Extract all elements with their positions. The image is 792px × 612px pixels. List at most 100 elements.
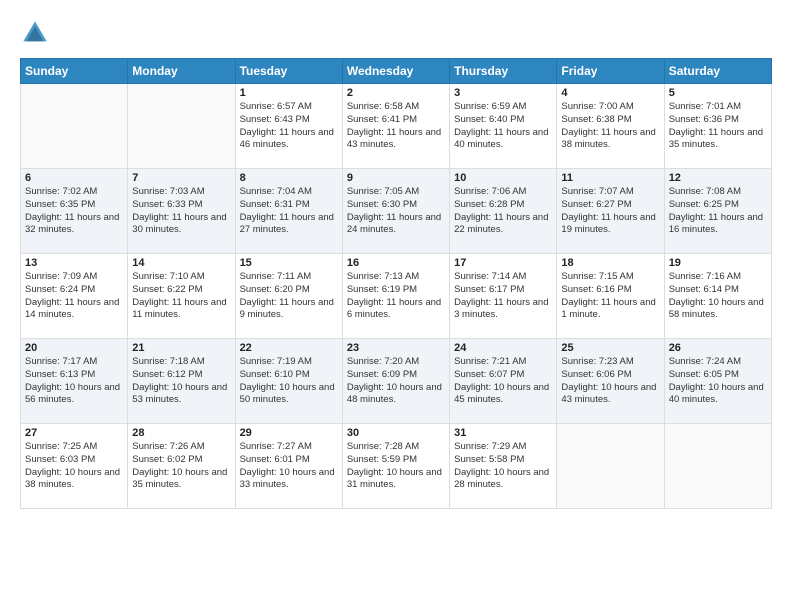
calendar-cell: 23 Sunrise: 7:20 AM Sunset: 6:09 PM Dayl… — [342, 339, 449, 424]
day-number: 21 — [132, 342, 230, 354]
sunrise: Sunrise: 7:21 AM — [454, 356, 552, 369]
sunrise: Sunrise: 7:07 AM — [561, 186, 659, 199]
day-number: 23 — [347, 342, 445, 354]
calendar-cell: 31 Sunrise: 7:29 AM Sunset: 5:58 PM Dayl… — [450, 424, 557, 509]
day-number: 2 — [347, 87, 445, 99]
day-number: 9 — [347, 172, 445, 184]
calendar-row: 27 Sunrise: 7:25 AM Sunset: 6:03 PM Dayl… — [21, 424, 772, 509]
day-number: 29 — [240, 427, 338, 439]
sunset: Sunset: 6:06 PM — [561, 369, 659, 382]
daylight: Daylight: 11 hours and 43 minutes. — [347, 127, 445, 153]
calendar-cell: 18 Sunrise: 7:15 AM Sunset: 6:16 PM Dayl… — [557, 254, 664, 339]
calendar-cell — [664, 424, 771, 509]
weekday-header-sunday: Sunday — [21, 59, 128, 84]
calendar-cell — [128, 84, 235, 169]
sunset: Sunset: 6:36 PM — [669, 114, 767, 127]
daylight: Daylight: 11 hours and 38 minutes. — [561, 127, 659, 153]
calendar-cell: 28 Sunrise: 7:26 AM Sunset: 6:02 PM Dayl… — [128, 424, 235, 509]
sunrise: Sunrise: 7:26 AM — [132, 441, 230, 454]
sunrise: Sunrise: 7:29 AM — [454, 441, 552, 454]
calendar-cell: 20 Sunrise: 7:17 AM Sunset: 6:13 PM Dayl… — [21, 339, 128, 424]
daylight: Daylight: 11 hours and 6 minutes. — [347, 297, 445, 323]
sunset: Sunset: 6:10 PM — [240, 369, 338, 382]
daylight: Daylight: 11 hours and 32 minutes. — [25, 212, 123, 238]
sunset: Sunset: 6:38 PM — [561, 114, 659, 127]
day-number: 18 — [561, 257, 659, 269]
weekday-header-wednesday: Wednesday — [342, 59, 449, 84]
sunset: Sunset: 6:43 PM — [240, 114, 338, 127]
sunset: Sunset: 6:33 PM — [132, 199, 230, 212]
calendar-row: 6 Sunrise: 7:02 AM Sunset: 6:35 PM Dayli… — [21, 169, 772, 254]
calendar-cell: 30 Sunrise: 7:28 AM Sunset: 5:59 PM Dayl… — [342, 424, 449, 509]
sunrise: Sunrise: 7:00 AM — [561, 101, 659, 114]
daylight: Daylight: 11 hours and 19 minutes. — [561, 212, 659, 238]
daylight: Daylight: 10 hours and 45 minutes. — [454, 382, 552, 408]
day-number: 6 — [25, 172, 123, 184]
calendar-cell: 27 Sunrise: 7:25 AM Sunset: 6:03 PM Dayl… — [21, 424, 128, 509]
calendar-row: 1 Sunrise: 6:57 AM Sunset: 6:43 PM Dayli… — [21, 84, 772, 169]
sunset: Sunset: 6:27 PM — [561, 199, 659, 212]
sunrise: Sunrise: 7:23 AM — [561, 356, 659, 369]
sunrise: Sunrise: 7:27 AM — [240, 441, 338, 454]
sunrise: Sunrise: 7:18 AM — [132, 356, 230, 369]
page: SundayMondayTuesdayWednesdayThursdayFrid… — [0, 0, 792, 612]
calendar-cell: 16 Sunrise: 7:13 AM Sunset: 6:19 PM Dayl… — [342, 254, 449, 339]
daylight: Daylight: 10 hours and 43 minutes. — [561, 382, 659, 408]
header — [20, 18, 772, 48]
daylight: Daylight: 10 hours and 48 minutes. — [347, 382, 445, 408]
sunrise: Sunrise: 6:59 AM — [454, 101, 552, 114]
sunset: Sunset: 6:40 PM — [454, 114, 552, 127]
calendar-cell: 2 Sunrise: 6:58 AM Sunset: 6:41 PM Dayli… — [342, 84, 449, 169]
sunrise: Sunrise: 7:14 AM — [454, 271, 552, 284]
weekday-header-monday: Monday — [128, 59, 235, 84]
sunset: Sunset: 6:31 PM — [240, 199, 338, 212]
calendar-cell: 8 Sunrise: 7:04 AM Sunset: 6:31 PM Dayli… — [235, 169, 342, 254]
calendar-cell: 3 Sunrise: 6:59 AM Sunset: 6:40 PM Dayli… — [450, 84, 557, 169]
day-number: 1 — [240, 87, 338, 99]
daylight: Daylight: 10 hours and 35 minutes. — [132, 467, 230, 493]
calendar-cell: 9 Sunrise: 7:05 AM Sunset: 6:30 PM Dayli… — [342, 169, 449, 254]
day-number: 10 — [454, 172, 552, 184]
sunrise: Sunrise: 7:16 AM — [669, 271, 767, 284]
day-number: 30 — [347, 427, 445, 439]
daylight: Daylight: 11 hours and 27 minutes. — [240, 212, 338, 238]
sunset: Sunset: 6:24 PM — [25, 284, 123, 297]
calendar-cell: 24 Sunrise: 7:21 AM Sunset: 6:07 PM Dayl… — [450, 339, 557, 424]
sunrise: Sunrise: 7:05 AM — [347, 186, 445, 199]
calendar-row: 13 Sunrise: 7:09 AM Sunset: 6:24 PM Dayl… — [21, 254, 772, 339]
day-number: 28 — [132, 427, 230, 439]
sunset: Sunset: 6:20 PM — [240, 284, 338, 297]
daylight: Daylight: 10 hours and 31 minutes. — [347, 467, 445, 493]
sunrise: Sunrise: 7:04 AM — [240, 186, 338, 199]
sunrise: Sunrise: 7:10 AM — [132, 271, 230, 284]
calendar-cell: 1 Sunrise: 6:57 AM Sunset: 6:43 PM Dayli… — [235, 84, 342, 169]
sunrise: Sunrise: 7:20 AM — [347, 356, 445, 369]
sunrise: Sunrise: 7:03 AM — [132, 186, 230, 199]
sunrise: Sunrise: 7:24 AM — [669, 356, 767, 369]
sunrise: Sunrise: 6:58 AM — [347, 101, 445, 114]
sunset: Sunset: 5:58 PM — [454, 454, 552, 467]
day-number: 19 — [669, 257, 767, 269]
daylight: Daylight: 11 hours and 11 minutes. — [132, 297, 230, 323]
daylight: Daylight: 11 hours and 24 minutes. — [347, 212, 445, 238]
calendar-table: SundayMondayTuesdayWednesdayThursdayFrid… — [20, 58, 772, 509]
calendar-cell: 21 Sunrise: 7:18 AM Sunset: 6:12 PM Dayl… — [128, 339, 235, 424]
day-number: 5 — [669, 87, 767, 99]
sunrise: Sunrise: 7:08 AM — [669, 186, 767, 199]
sunrise: Sunrise: 7:09 AM — [25, 271, 123, 284]
sunset: Sunset: 6:05 PM — [669, 369, 767, 382]
day-number: 24 — [454, 342, 552, 354]
weekday-header-row: SundayMondayTuesdayWednesdayThursdayFrid… — [21, 59, 772, 84]
day-number: 14 — [132, 257, 230, 269]
daylight: Daylight: 11 hours and 14 minutes. — [25, 297, 123, 323]
calendar-cell: 15 Sunrise: 7:11 AM Sunset: 6:20 PM Dayl… — [235, 254, 342, 339]
sunset: Sunset: 6:12 PM — [132, 369, 230, 382]
sunrise: Sunrise: 7:17 AM — [25, 356, 123, 369]
sunset: Sunset: 6:01 PM — [240, 454, 338, 467]
day-number: 13 — [25, 257, 123, 269]
sunset: Sunset: 6:25 PM — [669, 199, 767, 212]
calendar-cell: 4 Sunrise: 7:00 AM Sunset: 6:38 PM Dayli… — [557, 84, 664, 169]
weekday-header-tuesday: Tuesday — [235, 59, 342, 84]
sunset: Sunset: 6:35 PM — [25, 199, 123, 212]
calendar-cell: 11 Sunrise: 7:07 AM Sunset: 6:27 PM Dayl… — [557, 169, 664, 254]
